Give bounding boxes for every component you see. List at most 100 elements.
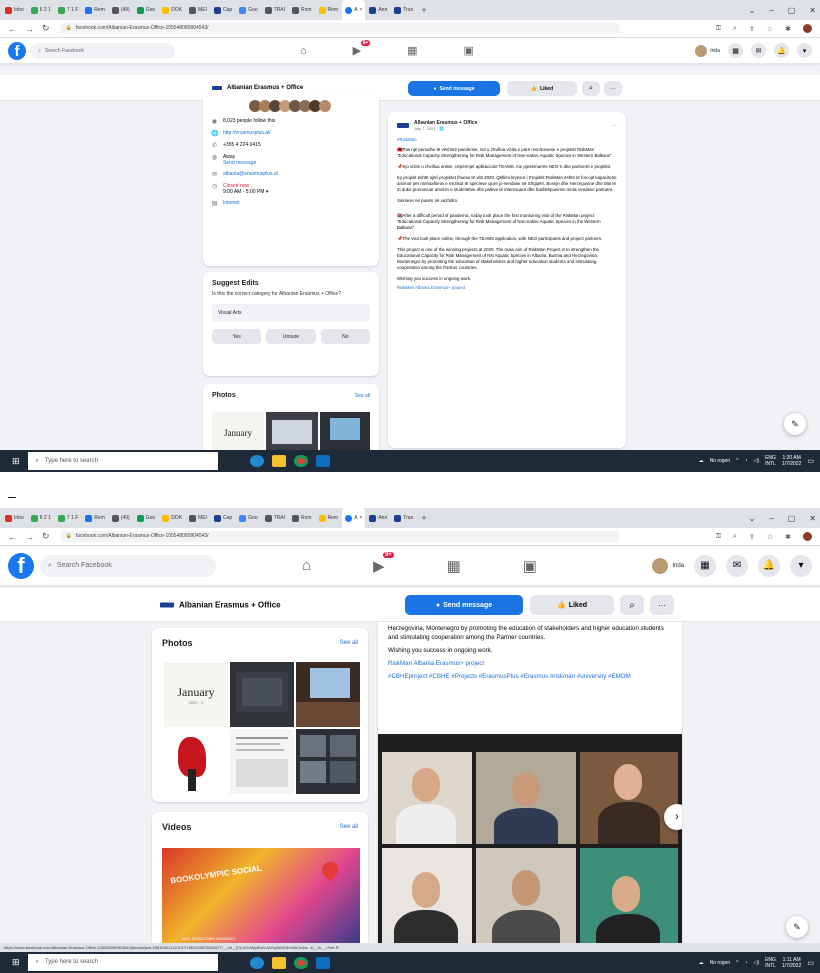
url-input[interactable]: 🔒 facebook.com/Albanian-Erasmus-Office-10… xyxy=(59,22,620,35)
photos-see-all-link[interactable]: See all xyxy=(355,393,370,399)
menu-icon[interactable]: ▦ xyxy=(728,43,743,58)
edge-icon[interactable] xyxy=(250,956,264,969)
tab-search-icon[interactable]: ⌄ xyxy=(749,514,756,523)
new-tab-button[interactable]: + xyxy=(417,513,430,523)
tab[interactable]: 6 2 1 xyxy=(28,508,54,528)
tab[interactable]: Goo xyxy=(134,0,158,20)
unsure-button[interactable]: Unsure xyxy=(266,329,316,344)
outlook-icon[interactable] xyxy=(316,956,330,969)
extensions-icon[interactable]: ✱ xyxy=(785,533,791,541)
video-thumbnail[interactable]: BOOKOLYMPIC SOCIAL 2021 EDMOTORS DRAWING xyxy=(162,848,360,952)
photo-thumbnail[interactable]: January xyxy=(212,412,264,454)
notification-center-icon[interactable]: ▭ xyxy=(807,959,814,967)
key-icon[interactable]: ⚿ xyxy=(716,533,721,541)
tab[interactable]: Rem xyxy=(316,0,342,20)
maximize-icon[interactable]: ▢ xyxy=(788,514,796,523)
share-icon[interactable]: ⇪ xyxy=(749,533,755,541)
photos-see-all-link[interactable]: See all xyxy=(340,640,358,646)
reload-icon[interactable]: ↻ xyxy=(42,531,50,542)
no-button[interactable]: No xyxy=(320,329,370,344)
notification-center-icon[interactable]: ▭ xyxy=(807,457,814,465)
new-tab-button[interactable]: + xyxy=(417,5,430,15)
messenger-icon[interactable]: ✉ xyxy=(726,554,748,577)
liked-button[interactable]: 👍 Liked xyxy=(530,595,614,615)
email-link[interactable]: albania@erasmusplus.al xyxy=(223,171,278,177)
send-message-link[interactable]: Send message xyxy=(223,160,256,166)
tab[interactable]: (49) xyxy=(109,508,133,528)
tab[interactable]: Inbo xyxy=(2,0,27,20)
language-indicator[interactable]: ENG INTL xyxy=(765,957,776,969)
tab[interactable]: Goo xyxy=(236,0,260,20)
weather-text[interactable]: No rogen xyxy=(710,458,731,464)
chevron-down-icon[interactable]: ▾ xyxy=(266,189,269,195)
forward-icon[interactable]: → xyxy=(25,24,34,34)
volume-icon[interactable]: ◁) xyxy=(754,960,760,966)
taskbar-search-input[interactable]: ⌕ Type here to search xyxy=(27,954,218,971)
tab-search-icon[interactable]: ⌄ xyxy=(749,6,756,15)
file-explorer-icon[interactable] xyxy=(272,956,286,969)
groups-icon[interactable]: ▣ xyxy=(464,44,474,57)
page-avatar[interactable] xyxy=(397,123,409,128)
facebook-search-input[interactable]: ⌕ Search Facebook xyxy=(40,554,216,577)
user-chip[interactable]: Irida xyxy=(652,557,684,574)
tab[interactable]: Rom xyxy=(289,508,315,528)
tab[interactable]: Goo xyxy=(134,508,158,528)
tray-chevron-icon[interactable]: ^ xyxy=(736,458,738,464)
profile-avatar[interactable] xyxy=(803,532,812,541)
close-window-icon[interactable]: ✕ xyxy=(809,514,816,523)
videos-see-all-link[interactable]: See all xyxy=(340,824,358,830)
tab[interactable]: TRAI xyxy=(262,508,288,528)
url-input[interactable]: 🔒 facebook.com/Albanian-Erasmus-Office-10… xyxy=(59,530,620,543)
marketplace-icon[interactable]: ▦ xyxy=(407,44,417,57)
notifications-icon[interactable]: 🔔 xyxy=(758,554,780,577)
minimize-icon[interactable]: – xyxy=(769,6,773,15)
tab-active[interactable]: A × xyxy=(342,508,366,528)
key-icon[interactable]: ⚿ xyxy=(716,25,721,33)
tab[interactable]: Rem xyxy=(316,508,342,528)
photo-thumbnail[interactable] xyxy=(296,662,360,727)
page-search-button[interactable]: ⌕ xyxy=(620,595,644,615)
user-chip[interactable]: Irida xyxy=(695,44,720,57)
tab[interactable]: Rem xyxy=(82,0,108,20)
tab[interactable]: Ann xyxy=(366,508,390,528)
tab[interactable]: Ann xyxy=(366,0,390,20)
close-icon[interactable]: × xyxy=(359,515,362,521)
tab[interactable]: Rom xyxy=(289,0,315,20)
hours-text[interactable]: 9:00 AM - 5:00 PM xyxy=(223,189,264,195)
photo-thumbnail[interactable] xyxy=(320,412,370,454)
tab[interactable]: TRAI xyxy=(262,0,288,20)
tab[interactable]: DOK xyxy=(159,0,185,20)
tab[interactable]: Cap xyxy=(211,508,235,528)
post-date[interactable]: July 7, 2021 · 🌐 xyxy=(414,126,478,131)
groups-icon[interactable]: ▣ xyxy=(523,557,537,575)
watch-icon[interactable]: ▶ 9+ xyxy=(373,551,394,575)
compose-edit-icon[interactable]: ✎ xyxy=(784,413,806,435)
tab[interactable]: MEI xyxy=(186,508,210,528)
website-link[interactable]: http://erasmusplus.al/ xyxy=(223,130,271,136)
forward-icon[interactable]: → xyxy=(25,532,34,542)
photo-thumbnail[interactable] xyxy=(164,729,228,794)
back-icon[interactable]: ← xyxy=(8,532,17,542)
photo-thumbnail[interactable] xyxy=(230,729,294,794)
send-message-button[interactable]: ● Send message xyxy=(408,81,500,96)
chrome-icon[interactable] xyxy=(294,956,308,969)
compose-edit-icon[interactable]: ✎ xyxy=(786,916,808,938)
star-icon[interactable]: ☆ xyxy=(767,533,773,541)
file-explorer-icon[interactable] xyxy=(272,455,286,467)
more-button[interactable]: ··· xyxy=(604,81,622,96)
tab[interactable]: Goo xyxy=(236,508,260,528)
star-icon[interactable]: ☆ xyxy=(767,25,773,33)
account-menu-icon[interactable]: ▾ xyxy=(790,554,812,577)
category-link[interactable]: Interest xyxy=(223,200,240,206)
tab[interactable]: 6 2 1 xyxy=(28,0,54,20)
language-indicator[interactable]: ENG INTL xyxy=(765,455,776,467)
facebook-logo[interactable]: f xyxy=(8,552,34,579)
photo-thumbnail[interactable] xyxy=(296,729,360,794)
volume-icon[interactable]: ◁) xyxy=(754,458,760,464)
send-message-button[interactable]: ● Send message xyxy=(405,595,523,615)
tab[interactable]: MEI xyxy=(186,0,210,20)
post-hashtags[interactable]: #CBHEproject #CBHE #Projects #ErasmusPlu… xyxy=(388,672,672,681)
clock[interactable]: 1:11 AM 1/7/2022 xyxy=(782,957,801,969)
close-icon[interactable]: × xyxy=(359,7,362,13)
tab[interactable]: Cap xyxy=(211,0,235,20)
